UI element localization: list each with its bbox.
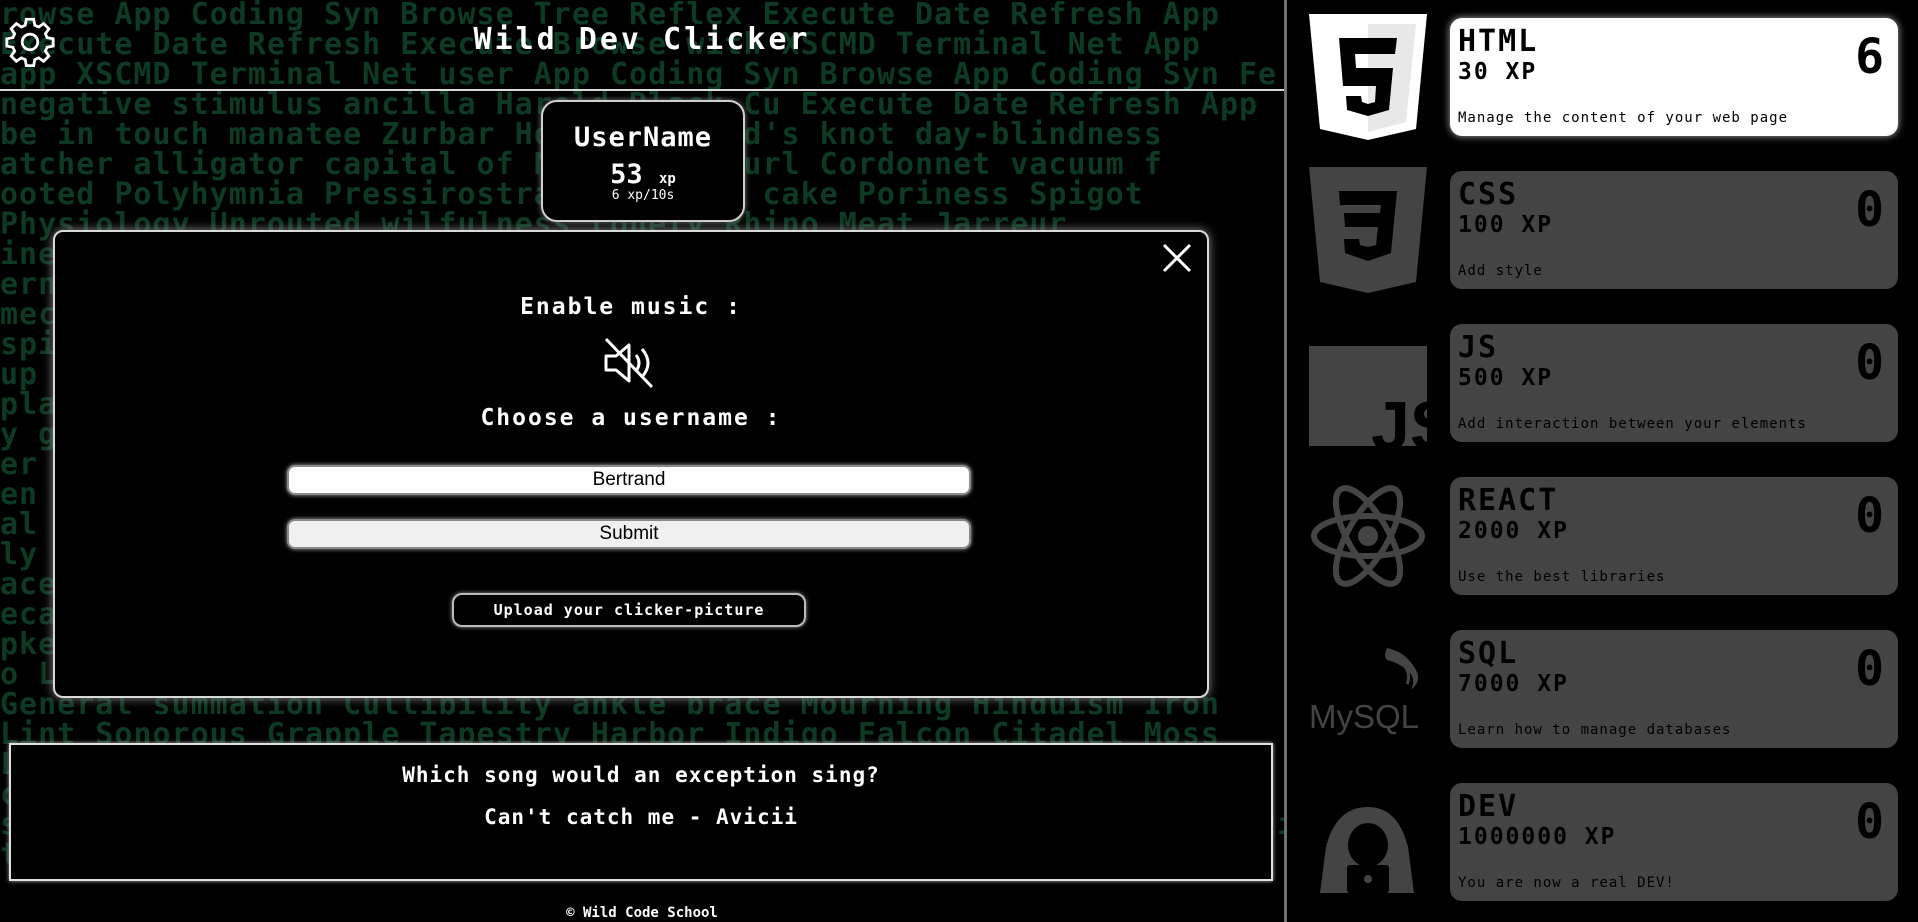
mysql-logo[interactable]: MySQL (1309, 626, 1427, 752)
shop-card-dev[interactable]: DEV 1000000 XP You are now a real DEV! 0 (1450, 783, 1898, 901)
css3-logo[interactable] (1309, 167, 1427, 293)
upload-picture-button[interactable]: Upload your clicker-picture (452, 593, 806, 627)
footer: © Wild Code School (566, 905, 718, 921)
shop-panel: HTML 30 XP Manage the content of your we… (1284, 0, 1918, 922)
item-count: 6 (1855, 29, 1884, 85)
xp-display: 53 xp (543, 159, 743, 190)
joke-question: Which song would an exception sing? (402, 763, 880, 787)
js-logo[interactable]: JS (1309, 320, 1427, 446)
item-cost: 7000 XP (1458, 671, 1569, 697)
hacker-logo[interactable] (1309, 779, 1427, 905)
shop-item-js: JS JS 500 XP Add interaction between you… (1287, 306, 1918, 451)
game-area: rowse App Coding Syn Browse Tree Reflex … (0, 0, 1284, 922)
item-cost: 1000000 XP (1458, 824, 1617, 850)
shop-item-sql: MySQL SQL 7000 XP Learn how to manage da… (1287, 612, 1918, 757)
html5-logo[interactable] (1309, 14, 1427, 140)
react-logo[interactable] (1309, 473, 1427, 599)
item-cost: 100 XP (1458, 212, 1554, 238)
page-title: Wild Dev Clicker (473, 22, 811, 57)
item-count: 0 (1855, 182, 1884, 238)
shop-item-html: HTML 30 XP Manage the content of your we… (1287, 0, 1918, 145)
item-name: SQL (1458, 636, 1519, 671)
item-description: Manage the content of your web page (1458, 110, 1789, 126)
matrix-line: app XSCMD Terminal Net user App Coding S… (0, 57, 1278, 92)
xp-value: 53 (610, 159, 643, 190)
item-cost: 30 XP (1458, 59, 1538, 85)
settings-modal: Enable music : Choose a username : Submi… (53, 230, 1209, 698)
item-cost: 2000 XP (1458, 518, 1569, 544)
item-name: HTML (1458, 24, 1539, 59)
svg-text:MySQL: MySQL (1309, 698, 1419, 735)
item-count: 0 (1855, 641, 1884, 697)
svg-text:JS: JS (1371, 387, 1427, 446)
shop-card-react[interactable]: REACT 2000 XP Use the best libraries 0 (1450, 477, 1898, 595)
username-input[interactable] (287, 465, 971, 495)
music-label: Enable music : (520, 294, 742, 320)
close-icon[interactable] (1159, 240, 1195, 276)
submit-button[interactable]: Submit (287, 519, 971, 549)
item-description: Add style (1458, 263, 1543, 279)
item-count: 0 (1855, 488, 1884, 544)
xp-unit: xp (658, 171, 676, 187)
user-card: UserName 53 xp 6 xp/10s (541, 100, 745, 222)
item-cost: 500 XP (1458, 365, 1554, 391)
item-count: 0 (1855, 335, 1884, 391)
shop-card-sql[interactable]: SQL 7000 XP Learn how to manage database… (1450, 630, 1898, 748)
item-name: DEV (1458, 789, 1519, 824)
shop-card-html[interactable]: HTML 30 XP Manage the content of your we… (1450, 18, 1898, 136)
username-display: UserName (573, 122, 713, 153)
item-name: REACT (1458, 483, 1559, 518)
item-description: Add interaction between your elements (1458, 416, 1807, 432)
username-label: Choose a username : (480, 405, 782, 431)
item-count: 0 (1855, 794, 1884, 850)
shop-card-css[interactable]: CSS 100 XP Add style 0 (1450, 171, 1898, 289)
sound-muted-icon[interactable] (600, 335, 656, 391)
shop-item-css: CSS 100 XP Add style 0 (1287, 153, 1918, 298)
header-divider (0, 89, 1284, 91)
item-name: CSS (1458, 177, 1519, 212)
item-name: JS (1458, 330, 1499, 365)
xp-rate: 6 xp/10s (611, 188, 675, 203)
joke-box: Which song would an exception sing? Can'… (9, 743, 1273, 881)
item-description: You are now a real DEV! (1458, 875, 1675, 891)
joke-answer: Can't catch me - Avicii (484, 805, 798, 829)
item-description: Learn how to manage databases (1458, 722, 1732, 738)
shop-card-js[interactable]: JS 500 XP Add interaction between your e… (1450, 324, 1898, 442)
item-description: Use the best libraries (1458, 569, 1666, 585)
shop-item-react: REACT 2000 XP Use the best libraries 0 (1287, 459, 1918, 604)
shop-item-dev: DEV 1000000 XP You are now a real DEV! 0 (1287, 765, 1918, 910)
